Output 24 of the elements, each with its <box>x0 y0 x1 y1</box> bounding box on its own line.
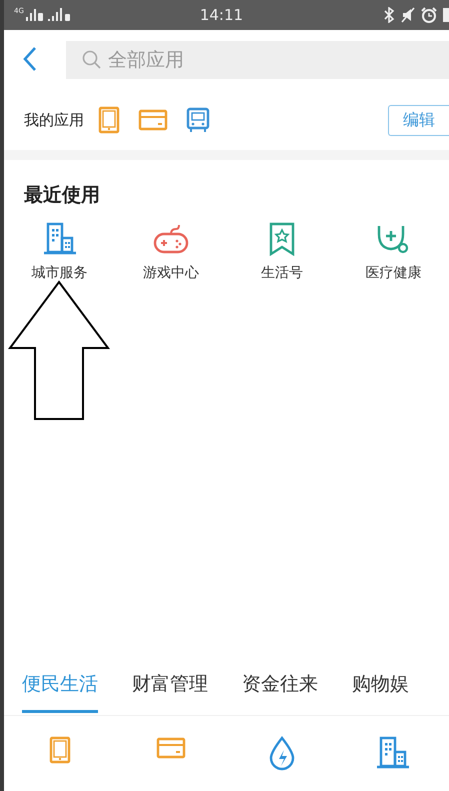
tab[interactable]: 财富管理 <box>132 667 208 713</box>
gamepad-icon[interactable] <box>152 222 189 256</box>
search-placeholder: 全部应用 <box>108 48 184 73</box>
section-label: 我的应用 <box>24 110 84 130</box>
building-icon[interactable] <box>376 736 410 770</box>
app-label[interactable]: 游戏中心 <box>142 264 199 282</box>
building-icon[interactable] <box>42 222 77 256</box>
tab[interactable]: 资金往来 <box>242 667 318 713</box>
search-icon <box>82 50 102 70</box>
clock: 14:11 <box>200 6 244 24</box>
app-label[interactable]: 医疗健康 <box>365 264 422 282</box>
app-label[interactable]: 生活号 <box>261 264 304 282</box>
tab[interactable]: 购物娱 <box>352 667 409 713</box>
alarm-icon <box>421 7 437 23</box>
tablet-icon[interactable] <box>48 736 71 764</box>
battery-icon <box>443 7 449 23</box>
card-icon[interactable] <box>138 108 168 132</box>
bluetooth-icon <box>383 7 395 23</box>
card-icon[interactable] <box>156 736 186 760</box>
bus-icon[interactable] <box>186 107 210 133</box>
mute-icon <box>401 7 415 23</box>
section-title: 最近使用 <box>23 183 101 208</box>
tablet-icon[interactable] <box>98 106 120 134</box>
app-label[interactable]: 城市服务 <box>32 264 88 282</box>
